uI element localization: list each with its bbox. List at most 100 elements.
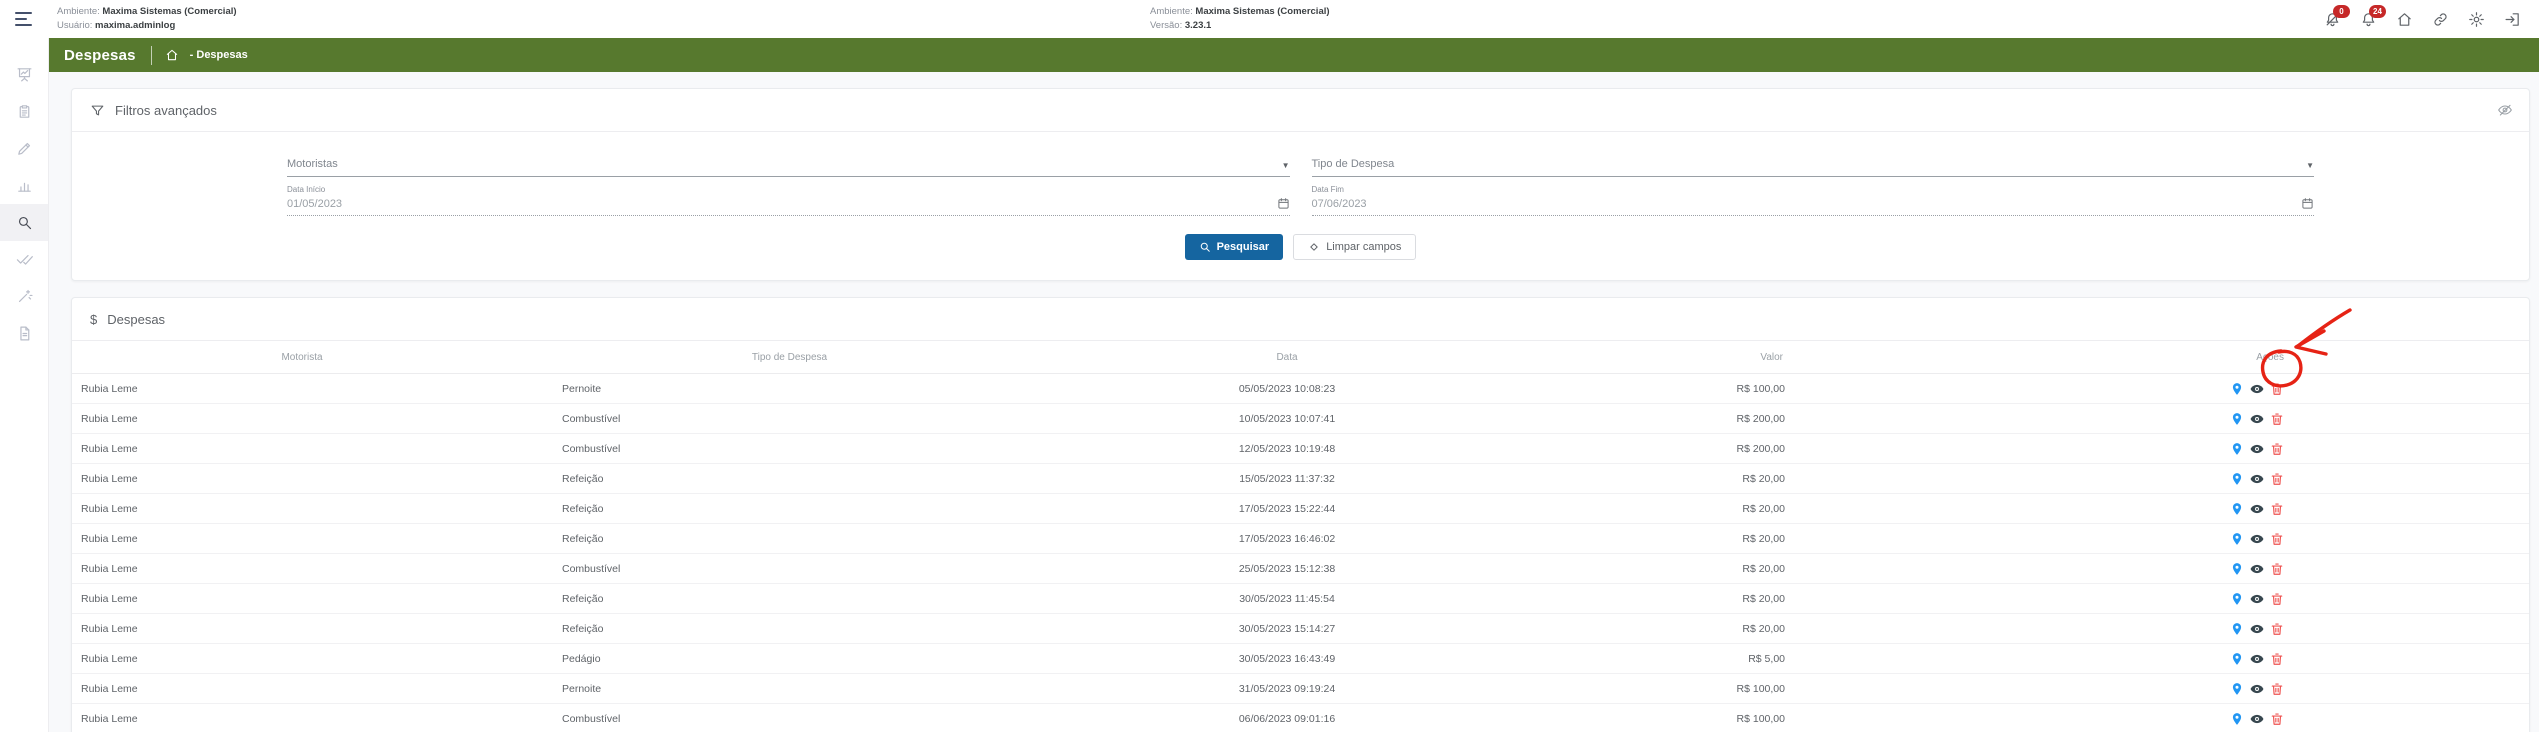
view-eye-icon[interactable] <box>2250 472 2264 486</box>
ambiente-value: Maxima Sistemas (Comercial) <box>102 6 236 17</box>
location-pin-icon[interactable] <box>2230 592 2244 606</box>
filters-panel: Filtros avançados Motoristas ▼ <box>71 88 2530 281</box>
cell-acoes <box>1797 584 2529 614</box>
magic-wand-icon[interactable] <box>0 278 48 315</box>
hide-filters-eye-off-icon[interactable] <box>2497 102 2513 118</box>
table-row: Rubia LemeCombustível12/05/2023 10:19:48… <box>72 434 2529 464</box>
view-eye-icon[interactable] <box>2250 592 2264 606</box>
cell-valor: R$ 200,00 <box>1527 404 1797 434</box>
data-inicio-field[interactable]: Data Início 01/05/2023 <box>287 185 1290 216</box>
motoristas-select[interactable]: Motoristas ▼ <box>287 138 1290 177</box>
menu-icon[interactable] <box>15 12 35 26</box>
cell-acoes <box>1797 494 2529 524</box>
cell-valor: R$ 100,00 <box>1527 704 1797 732</box>
location-pin-icon[interactable] <box>2230 562 2244 576</box>
bell-icon[interactable]: 24 <box>2360 11 2377 28</box>
bell-muted-icon[interactable]: 0 <box>2324 11 2341 28</box>
view-eye-icon[interactable] <box>2250 532 2264 546</box>
delete-trash-icon[interactable] <box>2270 502 2284 516</box>
cell-data: 31/05/2023 09:19:24 <box>1047 674 1527 704</box>
document-icon[interactable] <box>0 315 48 352</box>
delete-trash-icon[interactable] <box>2270 622 2284 636</box>
cell-valor: R$ 20,00 <box>1527 614 1797 644</box>
delete-trash-icon[interactable] <box>2270 652 2284 666</box>
cell-acoes <box>1797 374 2529 404</box>
clear-fields-button[interactable]: Limpar campos <box>1293 234 1416 260</box>
location-pin-icon[interactable] <box>2230 712 2244 726</box>
data-fim-field[interactable]: Data Fim 07/06/2023 <box>1312 185 2315 216</box>
page-title: Despesas <box>64 47 136 64</box>
location-pin-icon[interactable] <box>2230 382 2244 396</box>
location-pin-icon[interactable] <box>2230 532 2244 546</box>
delete-trash-icon[interactable] <box>2270 412 2284 426</box>
pencil-icon[interactable] <box>0 130 48 167</box>
cell-acoes <box>1797 554 2529 584</box>
delete-trash-icon[interactable] <box>2270 592 2284 606</box>
location-pin-icon[interactable] <box>2230 622 2244 636</box>
view-eye-icon[interactable] <box>2250 712 2264 726</box>
double-check-icon[interactable] <box>0 241 48 278</box>
presentation-chart-icon[interactable] <box>0 56 48 93</box>
location-pin-icon[interactable] <box>2230 442 2244 456</box>
table-row: Rubia LemePernoite05/05/2023 10:08:23R$ … <box>72 374 2529 404</box>
delete-trash-icon[interactable] <box>2270 562 2284 576</box>
cell-tipo-despesa: Refeição <box>532 614 1047 644</box>
delete-trash-icon[interactable] <box>2270 682 2284 696</box>
tipo-despesa-select[interactable]: Tipo de Despesa ▼ <box>1312 138 2315 177</box>
search-button[interactable]: Pesquisar <box>1185 234 1284 260</box>
gear-icon[interactable] <box>2468 11 2485 28</box>
cell-data: 05/05/2023 10:08:23 <box>1047 374 1527 404</box>
view-eye-icon[interactable] <box>2250 412 2264 426</box>
delete-trash-icon[interactable] <box>2270 532 2284 546</box>
view-eye-icon[interactable] <box>2250 622 2264 636</box>
location-pin-icon[interactable] <box>2230 502 2244 516</box>
delete-trash-icon[interactable] <box>2270 382 2284 396</box>
cell-tipo-despesa: Pedágio <box>532 644 1047 674</box>
location-pin-icon[interactable] <box>2230 412 2244 426</box>
view-eye-icon[interactable] <box>2250 652 2264 666</box>
bar-chart-icon[interactable] <box>0 167 48 204</box>
view-eye-icon[interactable] <box>2250 562 2264 576</box>
usuario-value: maxima.adminlog <box>95 20 175 31</box>
top-header: Ambiente: Maxima Sistemas (Comercial) Us… <box>0 0 2539 38</box>
calendar-icon[interactable] <box>1277 197 1290 210</box>
cell-motorista: Rubia Leme <box>72 704 532 732</box>
cell-data: 30/05/2023 15:14:27 <box>1047 614 1527 644</box>
left-sidebar <box>0 38 49 732</box>
view-eye-icon[interactable] <box>2250 382 2264 396</box>
cell-data: 30/05/2023 16:43:49 <box>1047 644 1527 674</box>
location-pin-icon[interactable] <box>2230 682 2244 696</box>
filter-icon <box>90 103 105 118</box>
calendar-icon[interactable] <box>2301 197 2314 210</box>
cell-tipo-despesa: Combustível <box>532 434 1047 464</box>
cell-data: 17/05/2023 16:46:02 <box>1047 524 1527 554</box>
logout-icon[interactable] <box>2504 11 2521 28</box>
cell-motorista: Rubia Leme <box>72 404 532 434</box>
link-icon[interactable] <box>2432 11 2449 28</box>
location-pin-icon[interactable] <box>2230 652 2244 666</box>
column-header: Ações <box>1797 341 2529 374</box>
home-icon[interactable] <box>2396 11 2413 28</box>
table-row: Rubia LemePernoite31/05/2023 09:19:24R$ … <box>72 674 2529 704</box>
delete-trash-icon[interactable] <box>2270 472 2284 486</box>
search-icon <box>1199 241 1211 253</box>
delete-trash-icon[interactable] <box>2270 442 2284 456</box>
cell-valor: R$ 20,00 <box>1527 524 1797 554</box>
cell-acoes <box>1797 464 2529 494</box>
view-eye-icon[interactable] <box>2250 502 2264 516</box>
column-header: Valor <box>1527 341 1797 374</box>
breadcrumb-home-icon[interactable] <box>165 48 179 62</box>
delete-trash-icon[interactable] <box>2270 712 2284 726</box>
usuario-label: Usuário: <box>57 20 92 31</box>
search-icon[interactable] <box>0 204 48 241</box>
cell-valor: R$ 20,00 <box>1527 494 1797 524</box>
view-eye-icon[interactable] <box>2250 682 2264 696</box>
cell-data: 06/06/2023 09:01:16 <box>1047 704 1527 732</box>
clipboard-icon[interactable] <box>0 93 48 130</box>
cell-tipo-despesa: Refeição <box>532 584 1047 614</box>
view-eye-icon[interactable] <box>2250 442 2264 456</box>
location-pin-icon[interactable] <box>2230 472 2244 486</box>
cell-acoes <box>1797 404 2529 434</box>
cell-motorista: Rubia Leme <box>72 524 532 554</box>
table-row: Rubia LemeCombustível10/05/2023 10:07:41… <box>72 404 2529 434</box>
